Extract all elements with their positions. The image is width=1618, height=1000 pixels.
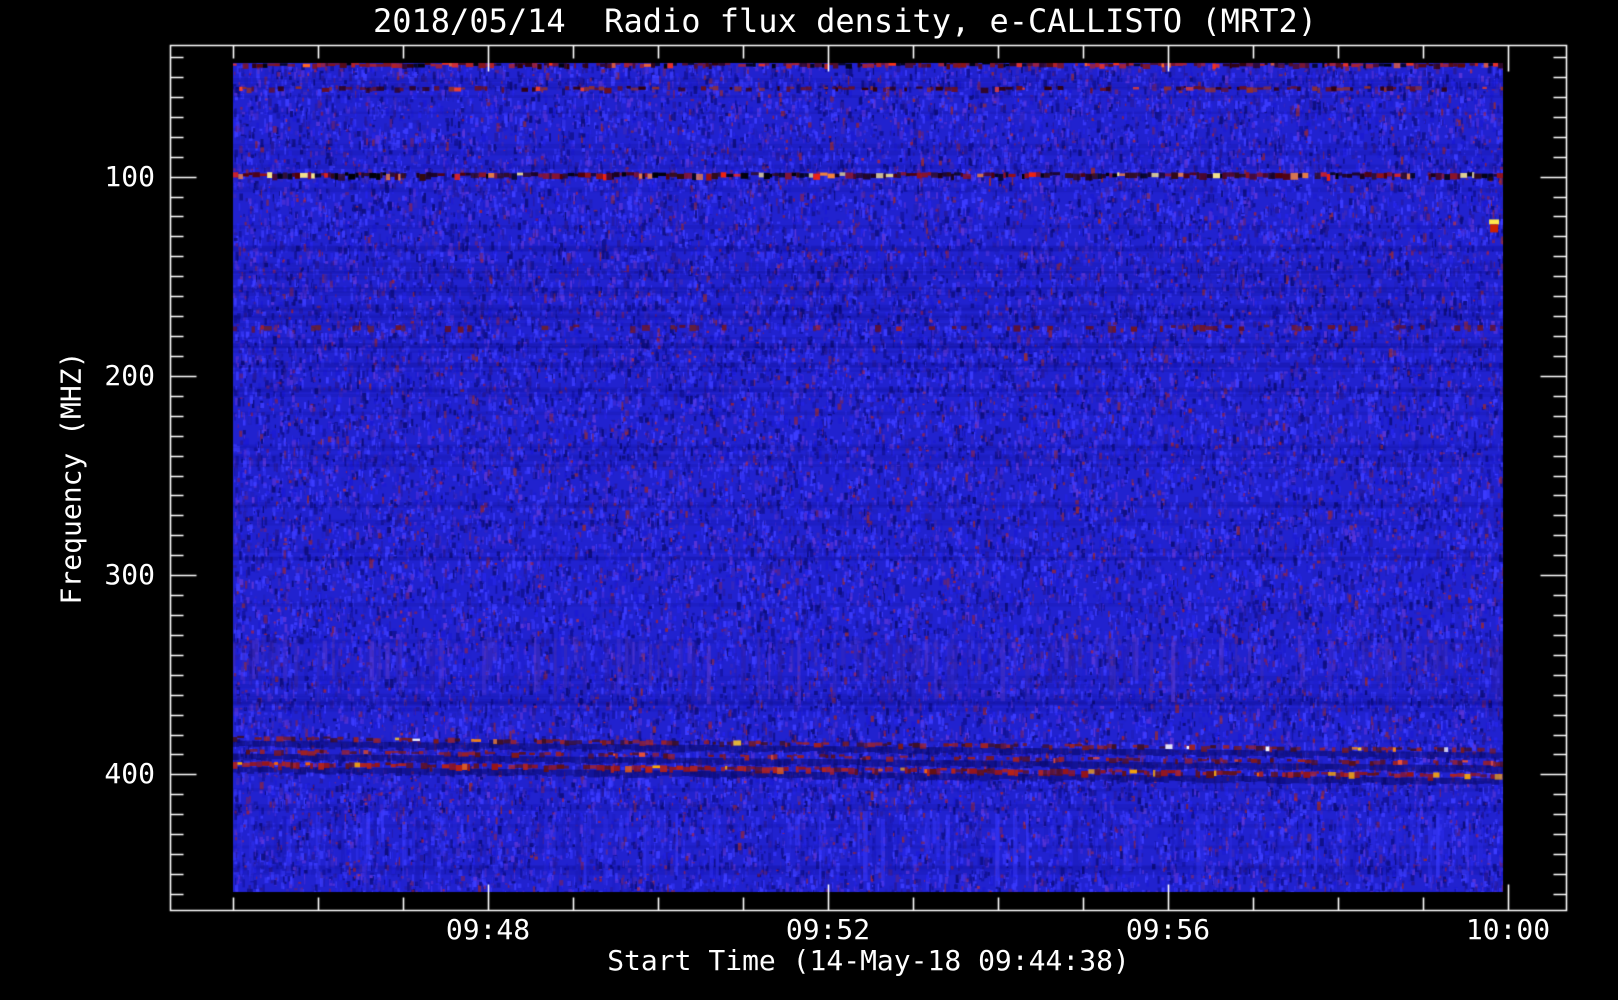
y-tick-label: 100 bbox=[104, 160, 155, 193]
x-tick-label: 09:48 bbox=[445, 913, 531, 946]
y-tick-label: 300 bbox=[104, 558, 155, 591]
x-axis-title: Start Time (14-May-18 09:44:38) bbox=[607, 944, 1130, 977]
spectrogram-canvas bbox=[0, 0, 1618, 1000]
x-tick-label: 09:56 bbox=[1125, 913, 1211, 946]
y-tick-label: 200 bbox=[104, 359, 155, 392]
x-tick-label: 10:00 bbox=[1465, 913, 1551, 946]
chart-title: 2018/05/14 Radio flux density, e-CALLIST… bbox=[372, 2, 1317, 40]
y-tick-label: 400 bbox=[104, 757, 155, 790]
x-tick-label: 09:52 bbox=[785, 913, 871, 946]
